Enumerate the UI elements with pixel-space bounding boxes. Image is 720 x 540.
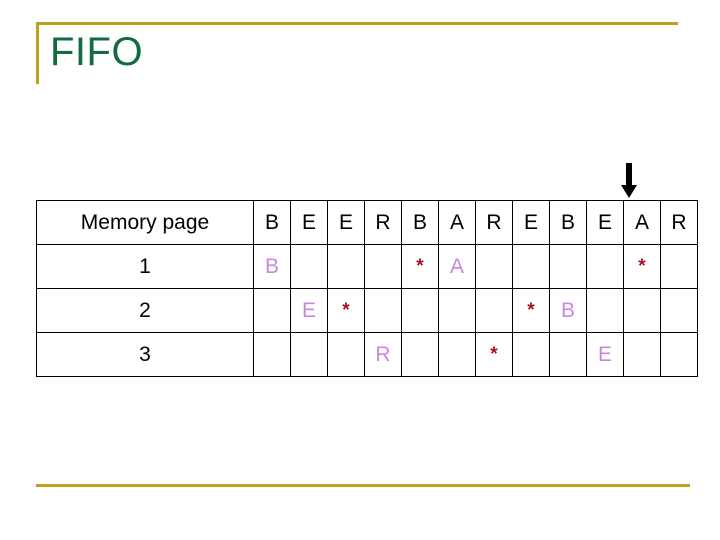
empty-cell-r1-c3 [327,244,365,289]
empty-cell-r1-c9 [549,244,587,289]
frame-label-1: 1 [36,244,254,289]
fault-marker-r1-c5: * [401,244,439,289]
page-cell-r2-c2: E [290,288,328,333]
page-letter: E [301,298,316,322]
empty-cell-r3-c1 [253,332,291,377]
reference-string-cell-11: A [623,200,661,245]
fault-marker-r3-c7: * [475,332,513,377]
reference-string-cell-8: E [512,200,550,245]
empty-cell-r2-c10 [586,288,624,333]
page-cell-r3-c4: R [364,332,402,377]
reference-string-cell-10: E [586,200,624,245]
reference-string-cell-5: B [401,200,439,245]
empty-cell-r1-c2 [290,244,328,289]
frame-label-3: 3 [36,332,254,377]
asterisk-icon: * [342,300,350,322]
reference-string-cell-6: A [438,200,476,245]
reference-string-cell-4: R [364,200,402,245]
fault-marker-r2-c8: * [512,288,550,333]
reference-string-cell-1: B [253,200,291,245]
reference-string-cell-3: E [327,200,365,245]
frame-label-2: 2 [36,288,254,333]
empty-cell-r1-c7 [475,244,513,289]
empty-cell-r3-c2 [290,332,328,377]
empty-cell-r3-c11 [623,332,661,377]
page-letter: B [560,298,575,322]
fault-marker-r1-c11: * [623,244,661,289]
table-header-row: Memory page B E E R B A R E B E A R [36,200,698,245]
asterisk-icon: * [527,300,535,322]
page-letter: R [375,342,391,366]
asterisk-icon: * [638,256,646,278]
page-cell-r1-c6: A [438,244,476,289]
table-row: 3 R * E [36,332,698,377]
empty-cell-r2-c11 [623,288,661,333]
page-cell-r1-c1: B [253,244,291,289]
title-rule-top [36,22,678,25]
page-cell-r3-c10: E [586,332,624,377]
down-arrow-icon [620,163,638,199]
footer-rule [36,484,690,487]
empty-cell-r2-c1 [253,288,291,333]
reference-string-cell-9: B [549,200,587,245]
fifo-page-replacement-table: Memory page B E E R B A R E B E A R 1 B * A * 2 E * * B 3 R * E [36,200,698,377]
page-letter: E [597,342,612,366]
page-letter: B [264,254,279,278]
empty-cell-r2-c12 [660,288,698,333]
empty-cell-r1-c12 [660,244,698,289]
memory-page-header: Memory page [36,200,254,245]
reference-string-cell-12: R [660,200,698,245]
page-letter: A [449,254,464,278]
empty-cell-r3-c9 [549,332,587,377]
empty-cell-r1-c8 [512,244,550,289]
empty-cell-r2-c6 [438,288,476,333]
asterisk-icon: * [416,256,424,278]
title-rule-left [36,22,39,84]
empty-cell-r3-c8 [512,332,550,377]
reference-string-cell-2: E [290,200,328,245]
empty-cell-r2-c7 [475,288,513,333]
empty-cell-r3-c6 [438,332,476,377]
empty-cell-r1-c10 [586,244,624,289]
reference-string-cell-7: R [475,200,513,245]
table-row: 2 E * * B [36,288,698,333]
asterisk-icon: * [490,344,498,366]
empty-cell-r3-c5 [401,332,439,377]
empty-cell-r3-c3 [327,332,365,377]
empty-cell-r2-c5 [401,288,439,333]
empty-cell-r3-c12 [660,332,698,377]
empty-cell-r2-c4 [364,288,402,333]
empty-cell-r1-c4 [364,244,402,289]
page-title: FIFO [50,30,144,74]
fault-marker-r2-c3: * [327,288,365,333]
page-cell-r2-c9: B [549,288,587,333]
table-row: 1 B * A * [36,244,698,289]
